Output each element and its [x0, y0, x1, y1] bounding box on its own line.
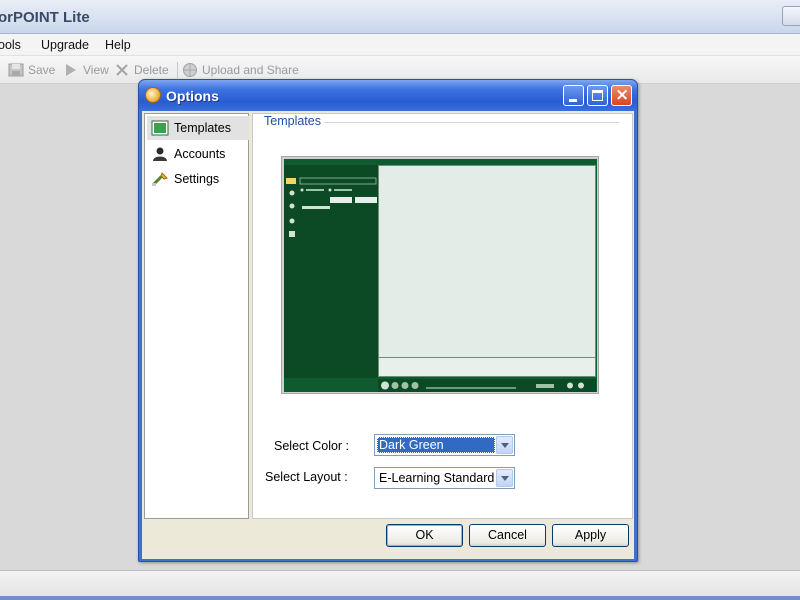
layout-select[interactable]: E-Learning Standard: [374, 467, 515, 489]
toolbar-separator: [177, 62, 178, 78]
cancel-button[interactable]: Cancel: [469, 524, 546, 547]
template-preview: [281, 156, 599, 394]
delete-button[interactable]: Delete: [114, 61, 169, 79]
maximize-button[interactable]: [587, 85, 608, 106]
upload-share-button[interactable]: Upload and Share: [182, 61, 299, 79]
color-select-value: Dark Green: [377, 437, 495, 453]
view-label: View: [83, 63, 109, 77]
select-color-label: Select Color :: [274, 439, 350, 453]
templates-panel: Templates Select Color: Dark Green Sele…: [252, 113, 633, 519]
save-label: Save: [28, 63, 56, 77]
app-titlebar: orPOINT Lite: [0, 0, 800, 34]
apply-button[interactable]: Apply: [552, 524, 629, 547]
close-icon: ×: [615, 85, 630, 105]
window-control-button[interactable]: [782, 6, 800, 26]
options-nav: Templates Accounts Settings: [144, 113, 249, 519]
close-button[interactable]: ×: [611, 85, 632, 106]
nav-item-label: Settings: [174, 172, 220, 186]
user-icon: [151, 146, 169, 162]
preview-player-controls: [378, 379, 596, 392]
menu-help[interactable]: Help: [105, 38, 131, 52]
save-icon: [8, 62, 24, 78]
delete-icon: [114, 62, 130, 78]
template-preview-image: [284, 159, 597, 392]
settings-icon: [151, 171, 169, 187]
nav-item-label: Templates: [174, 121, 231, 135]
dialog-titlebar[interactable]: Options ×: [139, 80, 637, 111]
nav-item-settings[interactable]: Settings: [147, 167, 249, 191]
preview-content-area: [378, 165, 596, 359]
app-title: orPOINT Lite: [0, 9, 90, 26]
app-logo-icon: [145, 87, 161, 103]
menu-bar: ools Upgrade Help: [0, 34, 800, 56]
menu-upgrade[interactable]: Upgrade: [41, 38, 89, 52]
chevron-down-icon: [500, 442, 509, 448]
delete-label: Delete: [134, 63, 169, 77]
color-select[interactable]: Dark Green: [374, 434, 515, 456]
save-button[interactable]: Save: [8, 61, 55, 79]
nav-item-accounts[interactable]: Accounts: [147, 142, 249, 166]
view-button[interactable]: View: [63, 61, 109, 79]
status-bar: [0, 570, 800, 600]
ok-button[interactable]: OK: [386, 524, 463, 547]
dropdown-button[interactable]: [496, 436, 513, 454]
nav-item-templates[interactable]: Templates: [147, 116, 249, 140]
nav-item-label: Accounts: [174, 147, 226, 161]
dialog-body: Templates Accounts Settings Templates Se…: [142, 111, 634, 559]
minimize-icon: [569, 99, 577, 102]
select-layout-label: Select Layout :: [265, 470, 348, 484]
preview-sidebar: [284, 165, 378, 378]
chevron-down-icon: [500, 475, 509, 481]
menu-tools[interactable]: ools: [0, 38, 21, 52]
dialog-title: Options: [166, 88, 219, 104]
templates-group-label: Templates: [261, 114, 324, 128]
upload-share-label: Upload and Share: [202, 63, 299, 77]
play-icon: [63, 62, 79, 78]
preview-notes-area: [378, 357, 596, 377]
group-divider: [323, 122, 619, 123]
options-dialog: Options × Templates Accounts Settings Te…: [138, 79, 638, 562]
maximize-icon: [592, 90, 603, 101]
globe-icon: [182, 62, 198, 78]
minimize-button[interactable]: [563, 85, 584, 106]
layout-select-value: E-Learning Standard: [379, 471, 495, 485]
template-icon: [151, 120, 169, 136]
dropdown-button[interactable]: [496, 469, 513, 487]
